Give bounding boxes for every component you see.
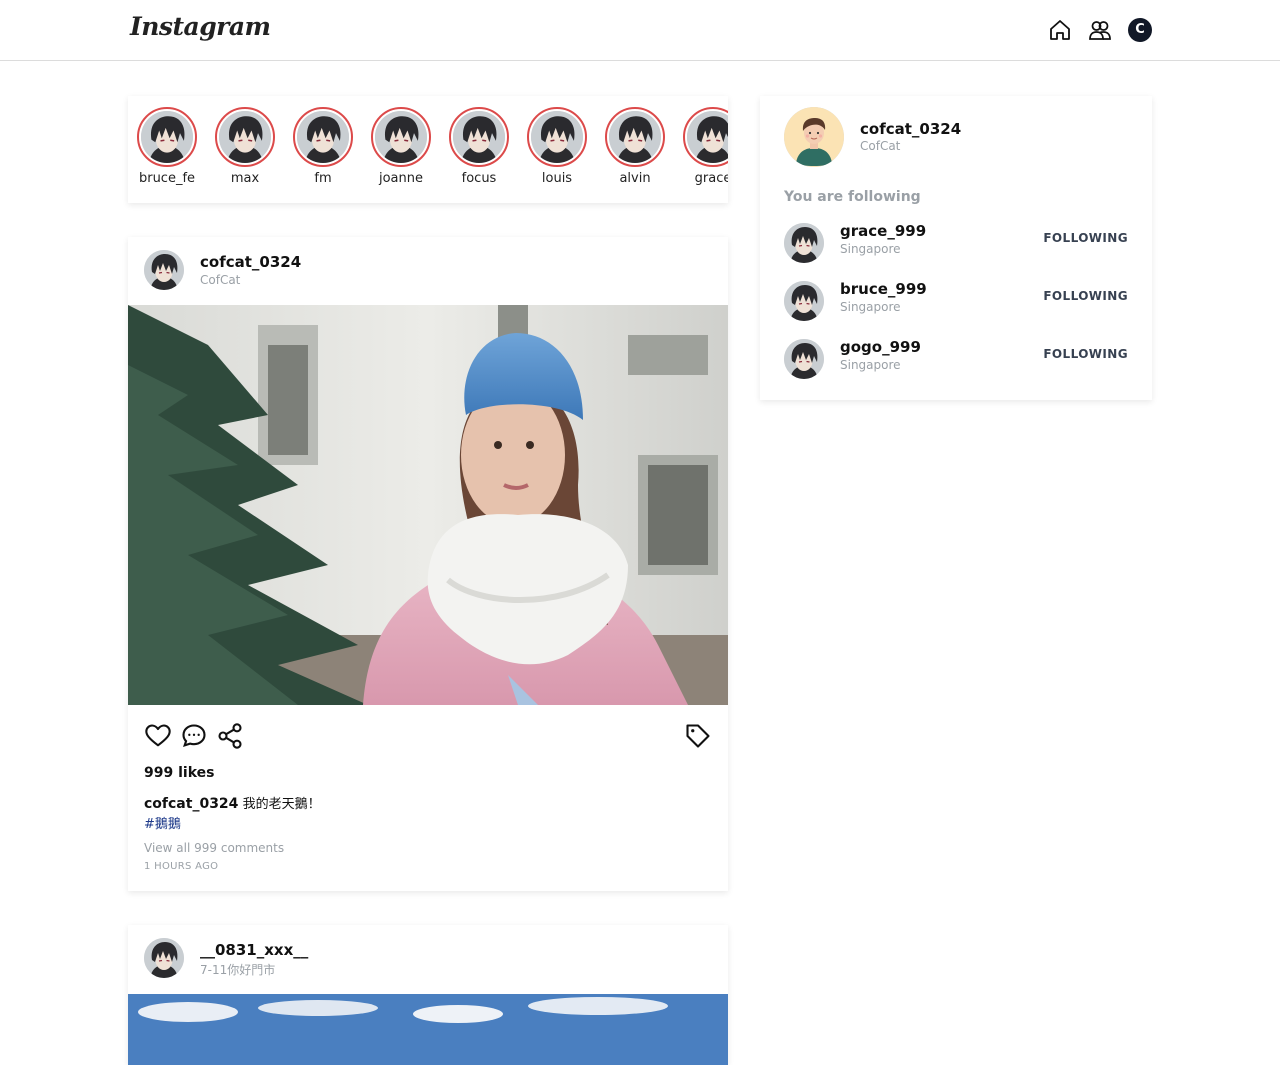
people-icon[interactable] <box>1088 18 1112 42</box>
post-author-avatar[interactable] <box>144 938 184 978</box>
likes-count[interactable]: 999 likes <box>144 765 214 781</box>
story-item[interactable]: grace <box>674 107 728 186</box>
top-navigation-bar: Instagram C <box>0 0 1280 61</box>
following-location: Singapore <box>840 358 901 372</box>
post-author-username[interactable]: __0831_xxx__ <box>200 941 308 959</box>
view-comments-link[interactable]: View all 999 comments <box>144 841 284 855</box>
avatar <box>609 111 661 163</box>
story-ring <box>683 107 728 167</box>
post-photo[interactable] <box>128 994 728 1065</box>
my-username[interactable]: cofcat_0324 <box>860 120 961 138</box>
post-caption: cofcat_0324 我的老天鵝！ <box>144 793 321 812</box>
avatar <box>219 111 271 163</box>
story-item[interactable]: bruce_fe <box>128 107 206 186</box>
avatar <box>375 111 427 163</box>
like-heart-icon[interactable] <box>144 722 172 750</box>
story-ring <box>137 107 197 167</box>
avatar[interactable] <box>784 223 824 263</box>
story-ring <box>293 107 353 167</box>
tag-icon[interactable] <box>684 722 712 750</box>
post-author-subtitle: CofCat <box>200 273 241 287</box>
hashtag-link[interactable]: #鵝鵝 <box>144 813 181 832</box>
story-username: fm <box>314 171 332 186</box>
story-username: max <box>230 171 260 186</box>
post-author-username[interactable]: cofcat_0324 <box>200 253 301 271</box>
story-ring <box>215 107 275 167</box>
following-heading: You are following <box>784 189 921 205</box>
feed-post: cofcat_0324 CofCat 999 likes cofcat_0324… <box>128 237 728 891</box>
avatar <box>297 111 349 163</box>
caption-text: 我的老天鵝！ <box>242 797 321 812</box>
story-item[interactable]: fm <box>284 107 362 186</box>
my-display-name: CofCat <box>860 139 901 153</box>
story-ring <box>527 107 587 167</box>
story-username: louis <box>541 171 573 186</box>
post-author-subtitle: 7-11你好門市 <box>200 963 276 977</box>
profile-avatar-button[interactable]: C <box>1128 18 1152 42</box>
share-icon[interactable] <box>216 722 244 750</box>
story-username: focus <box>461 171 497 186</box>
following-row: grace_999 Singapore FOLLOWING <box>784 222 1128 264</box>
avatar <box>687 111 728 163</box>
comment-icon[interactable] <box>180 722 208 750</box>
story-ring <box>605 107 665 167</box>
following-button[interactable]: FOLLOWING <box>1043 347 1128 361</box>
story-item[interactable]: joanne <box>362 107 440 186</box>
following-row: bruce_999 Singapore FOLLOWING <box>784 280 1128 322</box>
avatar[interactable] <box>784 339 824 379</box>
avatar <box>141 111 193 163</box>
instagram-logo[interactable]: Instagram <box>130 12 271 41</box>
sidebar-following-panel: cofcat_0324 CofCat You are following gra… <box>760 96 1152 400</box>
story-item[interactable]: louis <box>518 107 596 186</box>
story-ring <box>371 107 431 167</box>
story-username: joanne <box>378 171 423 186</box>
following-row: gogo_999 Singapore FOLLOWING <box>784 338 1128 380</box>
following-username[interactable]: grace_999 <box>840 222 926 240</box>
stories-strip: bruce_fe max fm joanne focus louis alvin… <box>128 96 728 203</box>
story-item[interactable]: max <box>206 107 284 186</box>
story-ring <box>449 107 509 167</box>
avatar <box>453 111 505 163</box>
avatar <box>531 111 583 163</box>
story-username: alvin <box>619 171 651 186</box>
home-icon[interactable] <box>1048 18 1072 42</box>
following-location: Singapore <box>840 300 901 314</box>
story-username: grace <box>694 171 728 186</box>
following-username[interactable]: bruce_999 <box>840 280 927 298</box>
post-timestamp: 1 HOURS AGO <box>144 861 219 872</box>
story-username: bruce_fe <box>138 171 196 186</box>
my-avatar[interactable] <box>784 107 844 167</box>
post-author-avatar[interactable] <box>144 250 184 290</box>
following-button[interactable]: FOLLOWING <box>1043 231 1128 245</box>
post-photo[interactable] <box>128 305 728 705</box>
avatar[interactable] <box>784 281 824 321</box>
story-item[interactable]: alvin <box>596 107 674 186</box>
feed-post: __0831_xxx__ 7-11你好門市 <box>128 925 728 1065</box>
caption-username[interactable]: cofcat_0324 <box>144 796 238 812</box>
following-username[interactable]: gogo_999 <box>840 338 921 356</box>
story-item[interactable]: focus <box>440 107 518 186</box>
following-location: Singapore <box>840 242 901 256</box>
following-button[interactable]: FOLLOWING <box>1043 289 1128 303</box>
